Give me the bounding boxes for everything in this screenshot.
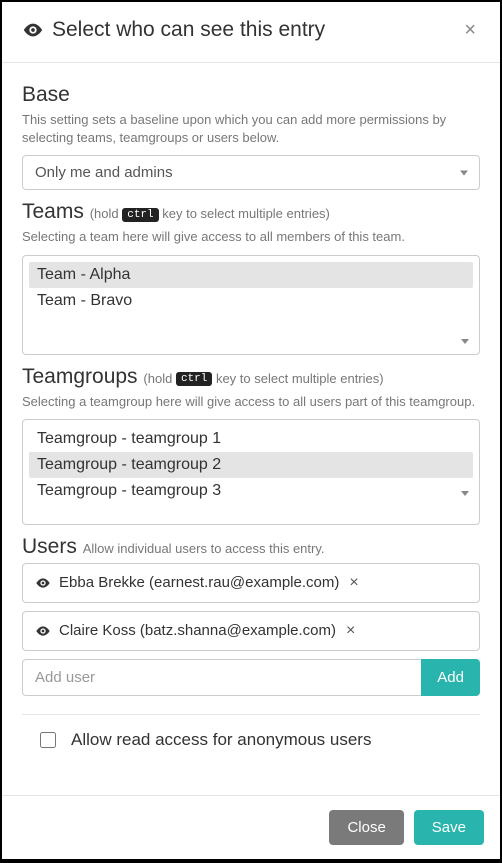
- teamgroups-hint: (hold ctrl key to select multiple entrie…: [143, 371, 383, 386]
- eye-icon: [35, 623, 51, 639]
- permissions-modal: Select who can see this entry × Base Thi…: [2, 2, 500, 859]
- anon-access-label[interactable]: Allow read access for anonymous users: [71, 730, 371, 750]
- modal-title: Select who can see this entry: [22, 18, 460, 42]
- user-chip-label: Claire Koss (batz.shanna@example.com): [59, 622, 336, 639]
- close-button[interactable]: Close: [329, 810, 403, 845]
- eye-icon: [22, 19, 44, 41]
- list-item[interactable]: Team - Bravo: [29, 288, 473, 314]
- teams-hint: (hold ctrl key to select multiple entrie…: [90, 206, 330, 221]
- list-item[interactable]: Teamgroup - teamgroup 1: [29, 426, 473, 452]
- ctrl-key-badge: ctrl: [122, 208, 158, 222]
- ctrl-key-badge: ctrl: [176, 372, 212, 386]
- user-chip: Claire Koss (batz.shanna@example.com) ×: [22, 611, 480, 651]
- close-icon[interactable]: ×: [460, 19, 480, 42]
- teams-heading: Teams (hold ctrl key to select multiple …: [22, 200, 480, 224]
- modal-header: Select who can see this entry ×: [2, 2, 500, 63]
- list-item[interactable]: Teamgroup - teamgroup 3: [29, 478, 473, 504]
- add-user-row: Add: [22, 659, 480, 696]
- teams-heading-text: Teams: [22, 200, 84, 223]
- users-heading-text: Users: [22, 535, 77, 558]
- users-chip-list: Ebba Brekke (earnest.rau@example.com)×Cl…: [22, 563, 480, 651]
- base-select-value[interactable]: Only me and admins: [22, 155, 480, 190]
- eye-icon: [35, 575, 51, 591]
- list-item[interactable]: Teamgroup - teamgroup 2: [29, 452, 473, 478]
- save-button[interactable]: Save: [414, 810, 484, 845]
- chevron-down-icon: [460, 170, 468, 175]
- divider: [22, 714, 480, 715]
- teamgroups-help: Selecting a teamgroup here will give acc…: [22, 393, 480, 411]
- teamgroups-heading: Teamgroups (hold ctrl key to select mult…: [22, 365, 480, 389]
- list-item[interactable]: Team - Alpha: [29, 262, 473, 288]
- chevron-down-icon: [461, 491, 469, 496]
- users-sub: Allow individual users to access this en…: [83, 541, 325, 556]
- anon-access-checkbox[interactable]: [40, 732, 56, 748]
- modal-body: Base This setting sets a baseline upon w…: [2, 63, 500, 795]
- chevron-down-icon: [461, 339, 469, 344]
- base-heading: Base: [22, 83, 480, 107]
- user-chip: Ebba Brekke (earnest.rau@example.com) ×: [22, 563, 480, 603]
- teams-help: Selecting a team here will give access t…: [22, 228, 480, 246]
- teamgroups-listbox[interactable]: Teamgroup - teamgroup 1Teamgroup - teamg…: [22, 419, 480, 525]
- remove-user-icon[interactable]: ×: [346, 622, 355, 640]
- users-heading: Users Allow individual users to access t…: [22, 535, 480, 559]
- user-chip-label: Ebba Brekke (earnest.rau@example.com): [59, 574, 339, 591]
- remove-user-icon[interactable]: ×: [349, 574, 358, 592]
- base-help: This setting sets a baseline upon which …: [22, 111, 480, 147]
- add-user-input[interactable]: [22, 659, 421, 696]
- teamgroups-heading-text: Teamgroups: [22, 365, 138, 388]
- teams-listbox[interactable]: Team - AlphaTeam - Bravo: [22, 255, 480, 355]
- base-select[interactable]: Only me and admins: [22, 155, 480, 190]
- anon-access-row: Allow read access for anonymous users: [22, 729, 480, 751]
- add-user-button[interactable]: Add: [421, 659, 480, 696]
- modal-footer: Close Save: [2, 795, 500, 859]
- modal-title-text: Select who can see this entry: [52, 18, 325, 42]
